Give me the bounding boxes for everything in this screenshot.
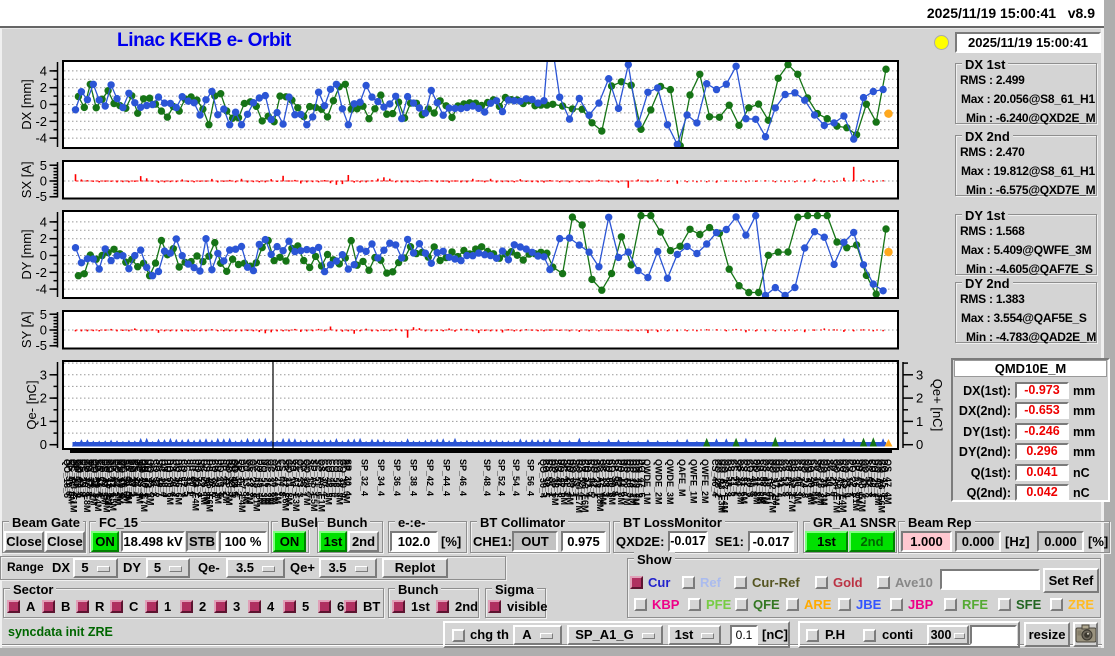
svg-text:2: 2 [916,391,923,406]
svg-text:0: 0 [40,174,47,189]
svg-text:1: 1 [916,414,923,429]
svg-text:-5: -5 [35,189,47,204]
svg-text:4: 4 [40,214,47,229]
svg-text:2: 2 [40,231,47,246]
svg-text:-4: -4 [35,131,47,146]
svg-text:Qe- [nC]: Qe- [nC] [24,380,39,429]
svg-text:SP_36_4: SP_36_4 [392,459,402,496]
svg-text:QWDE_3M: QWDE_3M [665,459,675,505]
svg-text:SP_30_4: SP_30_4 [343,459,353,496]
svg-text:DY [mm]: DY [mm] [19,229,34,279]
svg-text:SP_38_4: SP_38_4 [409,459,419,496]
svg-text:QWDE_1M: QWDE_1M [642,459,652,505]
svg-text:4: 4 [40,63,47,78]
svg-text:SP_42_4: SP_42_4 [425,459,435,496]
svg-text:SX [A]: SX [A] [19,161,34,198]
svg-text:0: 0 [40,97,47,112]
svg-text:SP_46_4: SP_46_4 [458,459,468,496]
svg-text:3: 3 [40,367,47,382]
svg-text:-4: -4 [35,282,47,297]
svg-text:-2: -2 [35,265,47,280]
svg-text:SP_32_4: SP_32_4 [359,459,369,496]
svg-text:SP_52_4: SP_52_4 [497,459,507,496]
svg-text:5: 5 [40,307,47,322]
svg-text:QWDE_2M: QWDE_2M [654,459,664,505]
svg-text:SP_34_4: SP_34_4 [376,459,386,496]
svg-text:-2: -2 [35,114,47,129]
svg-text:2: 2 [40,80,47,95]
svg-text:SP_54_4: SP_54_4 [511,459,521,496]
svg-text:SY [A]: SY [A] [19,311,34,348]
svg-text:2: 2 [40,391,47,406]
svg-text:SP_48_4: SP_48_4 [482,459,492,496]
svg-text:1: 1 [40,414,47,429]
svg-text:3: 3 [916,367,923,382]
svg-text:5: 5 [40,158,47,173]
svg-text:-5: -5 [35,338,47,353]
svg-text:QWFE_2M: QWFE_2M [700,459,710,504]
svg-text:0: 0 [40,437,47,452]
svg-text:0: 0 [40,248,47,263]
svg-text:0: 0 [916,437,923,452]
svg-text:QWFE_1M: QWFE_1M [688,459,698,504]
svg-text:0: 0 [40,323,47,338]
svg-text:DX [mm]: DX [mm] [19,79,34,130]
svg-text:SP_56_4: SP_56_4 [526,459,536,496]
svg-text:SP_44_4: SP_44_4 [441,459,451,496]
svg-text:OS_47_4M: OS_47_4M [883,459,893,505]
svg-text:QAFE_M: QAFE_M [677,459,687,497]
